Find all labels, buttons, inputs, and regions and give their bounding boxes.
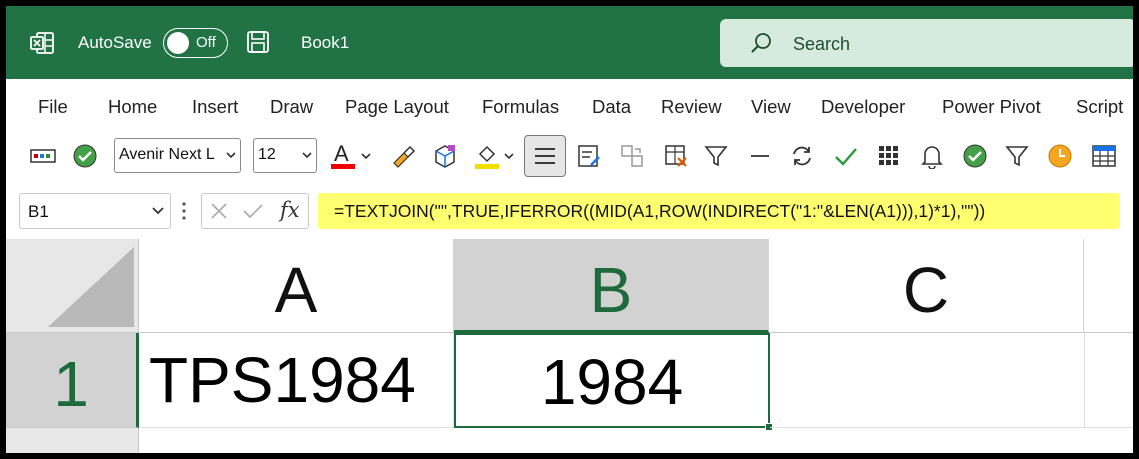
excel-logo-icon bbox=[30, 32, 54, 54]
chevron-down-icon bbox=[302, 152, 312, 159]
formula-bar: B1 fx =TEXTJOIN("",TRUE,IFERROR((MID(A1,… bbox=[6, 185, 1133, 239]
worksheet-grid: A B C 1 TPS1984 1984 bbox=[6, 239, 1133, 453]
excel-window: AutoSave Off Book1 Search File Home Inse… bbox=[6, 6, 1133, 453]
font-size-value: 12 bbox=[258, 146, 276, 163]
font-name-value: Avenir Next L bbox=[119, 146, 215, 163]
chevron-down-icon bbox=[504, 153, 514, 160]
tab-developer[interactable]: Developer bbox=[821, 96, 905, 118]
name-box-value: B1 bbox=[28, 202, 49, 221]
search-icon bbox=[751, 33, 771, 53]
refresh-icon[interactable] bbox=[787, 141, 817, 171]
format-painter-icon[interactable] bbox=[388, 141, 418, 171]
tab-power-pivot[interactable]: Power Pivot bbox=[942, 96, 1041, 118]
camera-icon[interactable] bbox=[28, 141, 58, 171]
tab-page-layout[interactable]: Page Layout bbox=[345, 96, 449, 118]
autosave-state: Off bbox=[196, 34, 216, 51]
cell-b1[interactable]: 1984 bbox=[454, 333, 773, 431]
3d-box-icon[interactable] bbox=[430, 141, 460, 171]
column-header-d[interactable] bbox=[1084, 239, 1133, 333]
save-icon[interactable] bbox=[246, 30, 270, 54]
cell-d1[interactable] bbox=[1085, 333, 1133, 428]
clear-format-icon[interactable] bbox=[661, 141, 691, 171]
tab-file[interactable]: File bbox=[38, 96, 68, 118]
tab-formulas[interactable]: Formulas bbox=[482, 96, 559, 118]
quick-toolbar: Avenir Next L 12 A bbox=[6, 131, 1133, 185]
select-all-corner[interactable] bbox=[6, 239, 139, 333]
chevron-down-icon bbox=[152, 207, 164, 215]
font-color-icon: A bbox=[331, 141, 355, 170]
more-options-icon[interactable] bbox=[181, 201, 187, 221]
bell-icon[interactable] bbox=[917, 141, 947, 171]
column-header-a[interactable]: A bbox=[139, 239, 454, 333]
title-bar: AutoSave Off Book1 Search bbox=[6, 6, 1133, 79]
check-circle-icon[interactable] bbox=[70, 141, 100, 171]
line-icon[interactable] bbox=[745, 141, 775, 171]
chevron-down-icon bbox=[361, 153, 371, 160]
font-name-select[interactable]: Avenir Next L bbox=[114, 138, 241, 173]
font-color-swatch bbox=[331, 164, 355, 169]
form-icon[interactable] bbox=[574, 141, 604, 171]
book-title: Book1 bbox=[301, 33, 350, 52]
fill-color-icon bbox=[475, 145, 499, 169]
column-header-b[interactable]: B bbox=[454, 239, 769, 333]
cell-b1-value: 1984 bbox=[540, 346, 684, 418]
font-color-button[interactable]: A bbox=[331, 141, 377, 171]
search-input[interactable]: Search bbox=[720, 19, 1133, 67]
cell-c1[interactable] bbox=[770, 333, 1085, 428]
cancel-icon[interactable] bbox=[210, 202, 228, 220]
tab-draw[interactable]: Draw bbox=[270, 96, 313, 118]
name-box[interactable]: B1 bbox=[19, 193, 171, 229]
grid-icon[interactable] bbox=[874, 141, 904, 171]
filter-icon[interactable] bbox=[1002, 141, 1032, 171]
ribbon-tabs: File Home Insert Draw Page Layout Formul… bbox=[6, 79, 1133, 131]
toggle-knob bbox=[167, 32, 189, 54]
row-header-1[interactable]: 1 bbox=[6, 333, 139, 428]
clock-icon[interactable] bbox=[1045, 141, 1075, 171]
formula-controls: fx bbox=[201, 193, 309, 229]
filter-icon[interactable] bbox=[701, 141, 731, 171]
check-circle-icon[interactable] bbox=[960, 141, 990, 171]
fill-color-button[interactable] bbox=[474, 141, 520, 171]
font-size-select[interactable]: 12 bbox=[253, 138, 317, 173]
select-all-triangle-icon bbox=[48, 247, 134, 327]
align-center-icon bbox=[535, 148, 555, 164]
checkmark-icon[interactable] bbox=[831, 141, 861, 171]
cell-a1[interactable]: TPS1984 bbox=[139, 333, 454, 428]
search-placeholder: Search bbox=[793, 34, 851, 54]
autosave-label: AutoSave bbox=[78, 33, 152, 52]
tab-data[interactable]: Data bbox=[592, 96, 631, 118]
formula-input[interactable]: =TEXTJOIN("",TRUE,IFERROR((MID(A1,ROW(IN… bbox=[318, 193, 1120, 229]
chevron-down-icon bbox=[226, 152, 236, 159]
align-center-button[interactable] bbox=[524, 135, 566, 177]
enter-icon[interactable] bbox=[242, 202, 264, 220]
tab-insert[interactable]: Insert bbox=[192, 96, 238, 118]
table-icon[interactable] bbox=[1089, 141, 1119, 171]
column-header-c[interactable]: C bbox=[769, 239, 1084, 333]
tab-view[interactable]: View bbox=[751, 96, 791, 118]
autosave-toggle[interactable]: Off bbox=[163, 28, 228, 58]
tab-review[interactable]: Review bbox=[661, 96, 722, 118]
shape-swap-icon[interactable] bbox=[617, 141, 647, 171]
tab-script[interactable]: Script bbox=[1076, 96, 1123, 118]
insert-function-button[interactable]: fx bbox=[280, 198, 300, 222]
row-header-2[interactable] bbox=[6, 428, 139, 453]
tab-home[interactable]: Home bbox=[108, 96, 157, 118]
